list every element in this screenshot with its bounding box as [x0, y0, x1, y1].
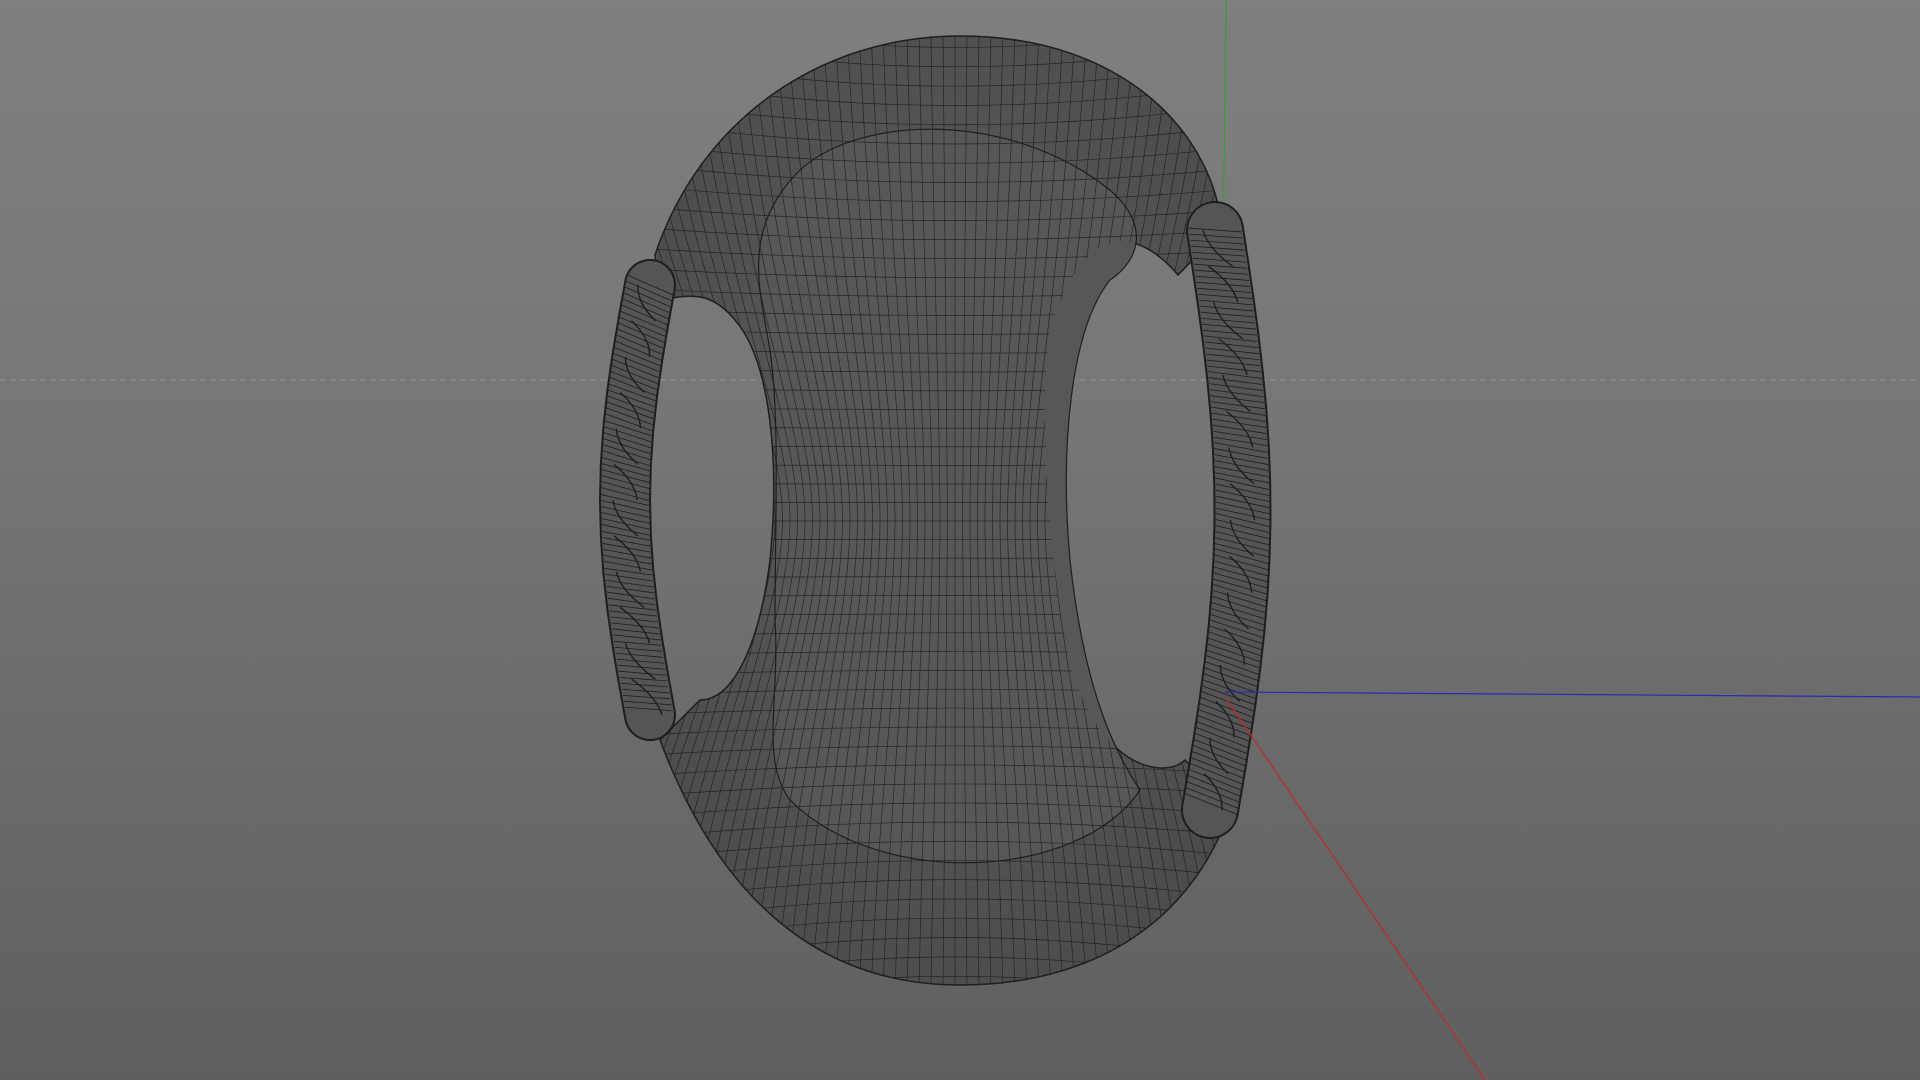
x-axis-line — [1224, 696, 1486, 1080]
3d-viewport[interactable] — [0, 0, 1920, 1080]
viewport-scene[interactable] — [0, 0, 1920, 1080]
right-rope-handle[interactable] — [1181, 201, 1272, 839]
ring-body[interactable] — [595, 0, 1315, 1044]
left-rope-handle[interactable] — [598, 259, 676, 741]
z-axis-line — [1224, 691, 1920, 698]
